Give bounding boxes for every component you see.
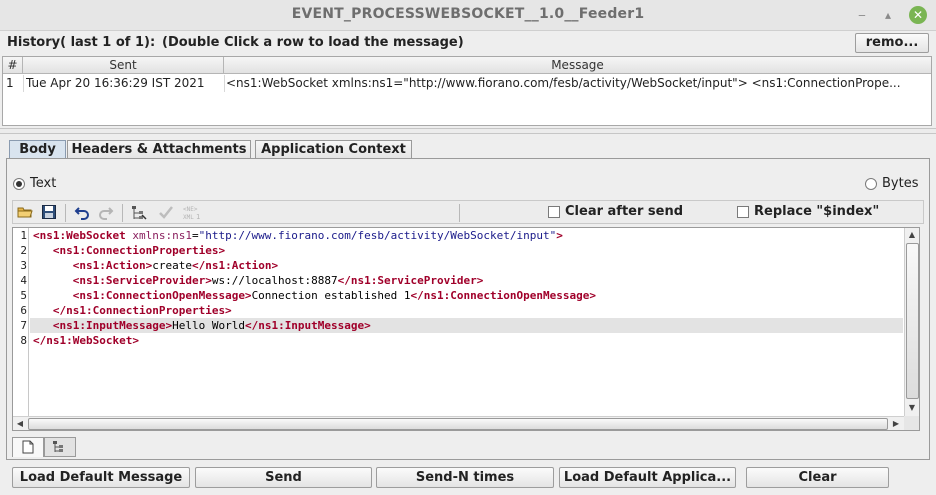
clear-after-send-checkbox[interactable] bbox=[548, 206, 560, 218]
line-number: 2 bbox=[20, 244, 27, 257]
line-number: 7 bbox=[20, 319, 27, 332]
toolbar-separator bbox=[122, 204, 123, 222]
code-line[interactable]: </ns1:ConnectionProperties> bbox=[33, 303, 232, 318]
minimize-button[interactable]: ‒ bbox=[853, 6, 871, 24]
redo-icon[interactable] bbox=[97, 204, 115, 222]
table-row[interactable]: 1 Tue Apr 20 16:36:29 IST 2021 <ns1:WebS… bbox=[3, 75, 931, 92]
scroll-corner bbox=[904, 416, 919, 430]
load-default-application-button[interactable]: Load Default Applica... bbox=[559, 467, 736, 488]
code-line[interactable]: <ns1:ConnectionProperties> bbox=[33, 243, 225, 258]
tab-application-context[interactable]: Application Context bbox=[255, 140, 412, 159]
cell-divider bbox=[23, 75, 24, 92]
vertical-scrollbar[interactable]: ▲ ▼ bbox=[904, 228, 919, 416]
code-line[interactable]: <ns1:ServiceProvider>ws://localhost:8887… bbox=[33, 273, 484, 288]
xml-tag: </ns1:Action> bbox=[191, 259, 279, 272]
replace-index-checkbox[interactable] bbox=[737, 206, 749, 218]
column-header-sent[interactable]: Sent bbox=[23, 57, 224, 74]
toolbar-separator bbox=[459, 204, 460, 222]
code-line[interactable]: <ns1:InputMessage>Hello World</ns1:Input… bbox=[33, 318, 371, 333]
replace-index-label[interactable]: Replace "$index" bbox=[754, 204, 879, 219]
xml-attribute: xmlns:ns1 bbox=[125, 229, 192, 242]
editor-toolbar: <NE> XML 1 Clear after send Replace "$inde… bbox=[12, 200, 924, 224]
undo-icon[interactable] bbox=[73, 204, 91, 222]
code-line[interactable]: <ns1:ConnectionOpenMessage>Connection es… bbox=[33, 288, 596, 303]
svg-text:1: 1 bbox=[196, 213, 200, 221]
code-line[interactable]: <ns1:WebSocket xmlns:ns1="http://www.fio… bbox=[33, 228, 563, 243]
column-header-message[interactable]: Message bbox=[224, 57, 931, 74]
text-radio-label[interactable]: Text bbox=[30, 176, 56, 191]
open-folder-icon[interactable] bbox=[16, 204, 34, 222]
xml-format-icon[interactable]: <NE> XML 1 bbox=[181, 204, 200, 222]
code-line[interactable]: <ns1:Action>create</ns1:Action> bbox=[33, 258, 278, 273]
text-radio[interactable] bbox=[13, 178, 25, 190]
send-n-times-button[interactable]: Send-N times bbox=[376, 467, 554, 488]
vertical-scroll-thumb[interactable] bbox=[906, 243, 919, 399]
row-message-cell: <ns1:WebSocket xmlns:ns1="http://www.fio… bbox=[226, 76, 901, 90]
svg-text:<NE>: <NE> bbox=[183, 206, 198, 213]
xml-tag: <ns1:ConnectionOpenMessage> bbox=[72, 289, 252, 302]
xml-tag: <ns1:Action> bbox=[72, 259, 153, 272]
history-label: History( last 1 of 1): bbox=[7, 35, 156, 50]
tree-view-icon bbox=[53, 441, 63, 452]
xml-tag: </ns1:InputMessage> bbox=[244, 319, 371, 332]
text-view-icon bbox=[22, 440, 34, 454]
history-table[interactable]: # Sent Message 1 Tue Apr 20 16:36:29 IST… bbox=[2, 56, 932, 126]
xml-tag: <ns1:InputMessage> bbox=[52, 319, 173, 332]
line-number: 1 bbox=[20, 229, 27, 242]
xml-attribute-value: "http://www.fiorano.com/fesb/activity/We… bbox=[198, 229, 557, 242]
xml-tag: <ns1:ConnectionProperties> bbox=[52, 244, 226, 257]
window-title: EVENT_PROCESSWEBSOCKET__1.0__Feeder1 bbox=[291, 6, 645, 22]
load-default-message-button[interactable]: Load Default Message bbox=[12, 467, 190, 488]
horizontal-scroll-thumb[interactable] bbox=[28, 418, 888, 430]
tab-headers-attachments[interactable]: Headers & Attachments bbox=[67, 140, 251, 159]
scroll-down-arrow-icon[interactable]: ▼ bbox=[905, 401, 919, 415]
svg-text:XML: XML bbox=[183, 214, 194, 221]
xml-text: ws://localhost:8887 bbox=[211, 274, 338, 287]
tree-view-icon[interactable] bbox=[130, 204, 148, 222]
xml-tag: </ns1:ServiceProvider> bbox=[337, 274, 484, 287]
cell-divider bbox=[224, 75, 225, 92]
title-bar: EVENT_PROCESSWEBSOCKET__1.0__Feeder1 ‒ ▴… bbox=[0, 0, 936, 31]
xml-text: Hello World bbox=[172, 319, 245, 332]
text-view-tab[interactable] bbox=[12, 437, 44, 457]
line-number: 5 bbox=[20, 289, 27, 302]
scroll-up-arrow-icon[interactable]: ▲ bbox=[905, 228, 919, 242]
clear-button[interactable]: Clear bbox=[746, 467, 889, 488]
toolbar-separator bbox=[65, 204, 66, 222]
code-line[interactable]: </ns1:WebSocket> bbox=[33, 333, 139, 348]
scroll-left-arrow-icon[interactable]: ◀ bbox=[13, 417, 27, 430]
xml-tag: </ns1:ConnectionOpenMessage> bbox=[410, 289, 596, 302]
row-sent-cell: Tue Apr 20 16:36:29 IST 2021 bbox=[26, 76, 205, 90]
line-number-gutter: 1 2 3 4 5 6 7 8 bbox=[13, 228, 29, 416]
validate-check-icon[interactable] bbox=[157, 204, 175, 222]
line-number: 6 bbox=[20, 304, 27, 317]
close-window-button[interactable]: ✕ bbox=[909, 6, 927, 24]
tab-body[interactable]: Body bbox=[9, 140, 66, 159]
clear-after-send-label[interactable]: Clear after send bbox=[565, 204, 683, 219]
xml-tag: <ns1:ServiceProvider> bbox=[72, 274, 212, 287]
scroll-right-arrow-icon[interactable]: ▶ bbox=[889, 417, 903, 430]
row-index-cell: 1 bbox=[6, 76, 14, 90]
xml-tag: <ns1:WebSocket bbox=[33, 229, 126, 242]
xml-tag: </ns1:WebSocket> bbox=[33, 334, 139, 347]
tree-view-tab[interactable] bbox=[44, 437, 76, 457]
maximize-button[interactable]: ▴ bbox=[879, 6, 897, 24]
column-header-index[interactable]: # bbox=[3, 57, 23, 74]
line-number: 8 bbox=[20, 334, 27, 347]
line-number: 4 bbox=[20, 274, 27, 287]
history-hint: (Double Click a row to load the message) bbox=[162, 35, 464, 50]
xml-editor[interactable]: 1 2 3 4 5 6 7 8 <ns1:WebSocket xmlns:ns1… bbox=[12, 227, 920, 431]
xml-tag: </ns1:ConnectionProperties> bbox=[52, 304, 232, 317]
line-number: 3 bbox=[20, 259, 27, 272]
bytes-radio[interactable] bbox=[865, 178, 877, 190]
xml-text: Connection established 1 bbox=[251, 289, 411, 302]
send-button[interactable]: Send bbox=[195, 467, 372, 488]
bytes-radio-label[interactable]: Bytes bbox=[882, 176, 918, 191]
remove-history-button[interactable]: remo... bbox=[855, 33, 929, 53]
split-pane-divider[interactable] bbox=[0, 128, 936, 134]
horizontal-scrollbar[interactable]: ◀ ▶ bbox=[13, 416, 904, 430]
save-icon[interactable] bbox=[40, 204, 58, 222]
xml-text: create bbox=[152, 259, 192, 272]
